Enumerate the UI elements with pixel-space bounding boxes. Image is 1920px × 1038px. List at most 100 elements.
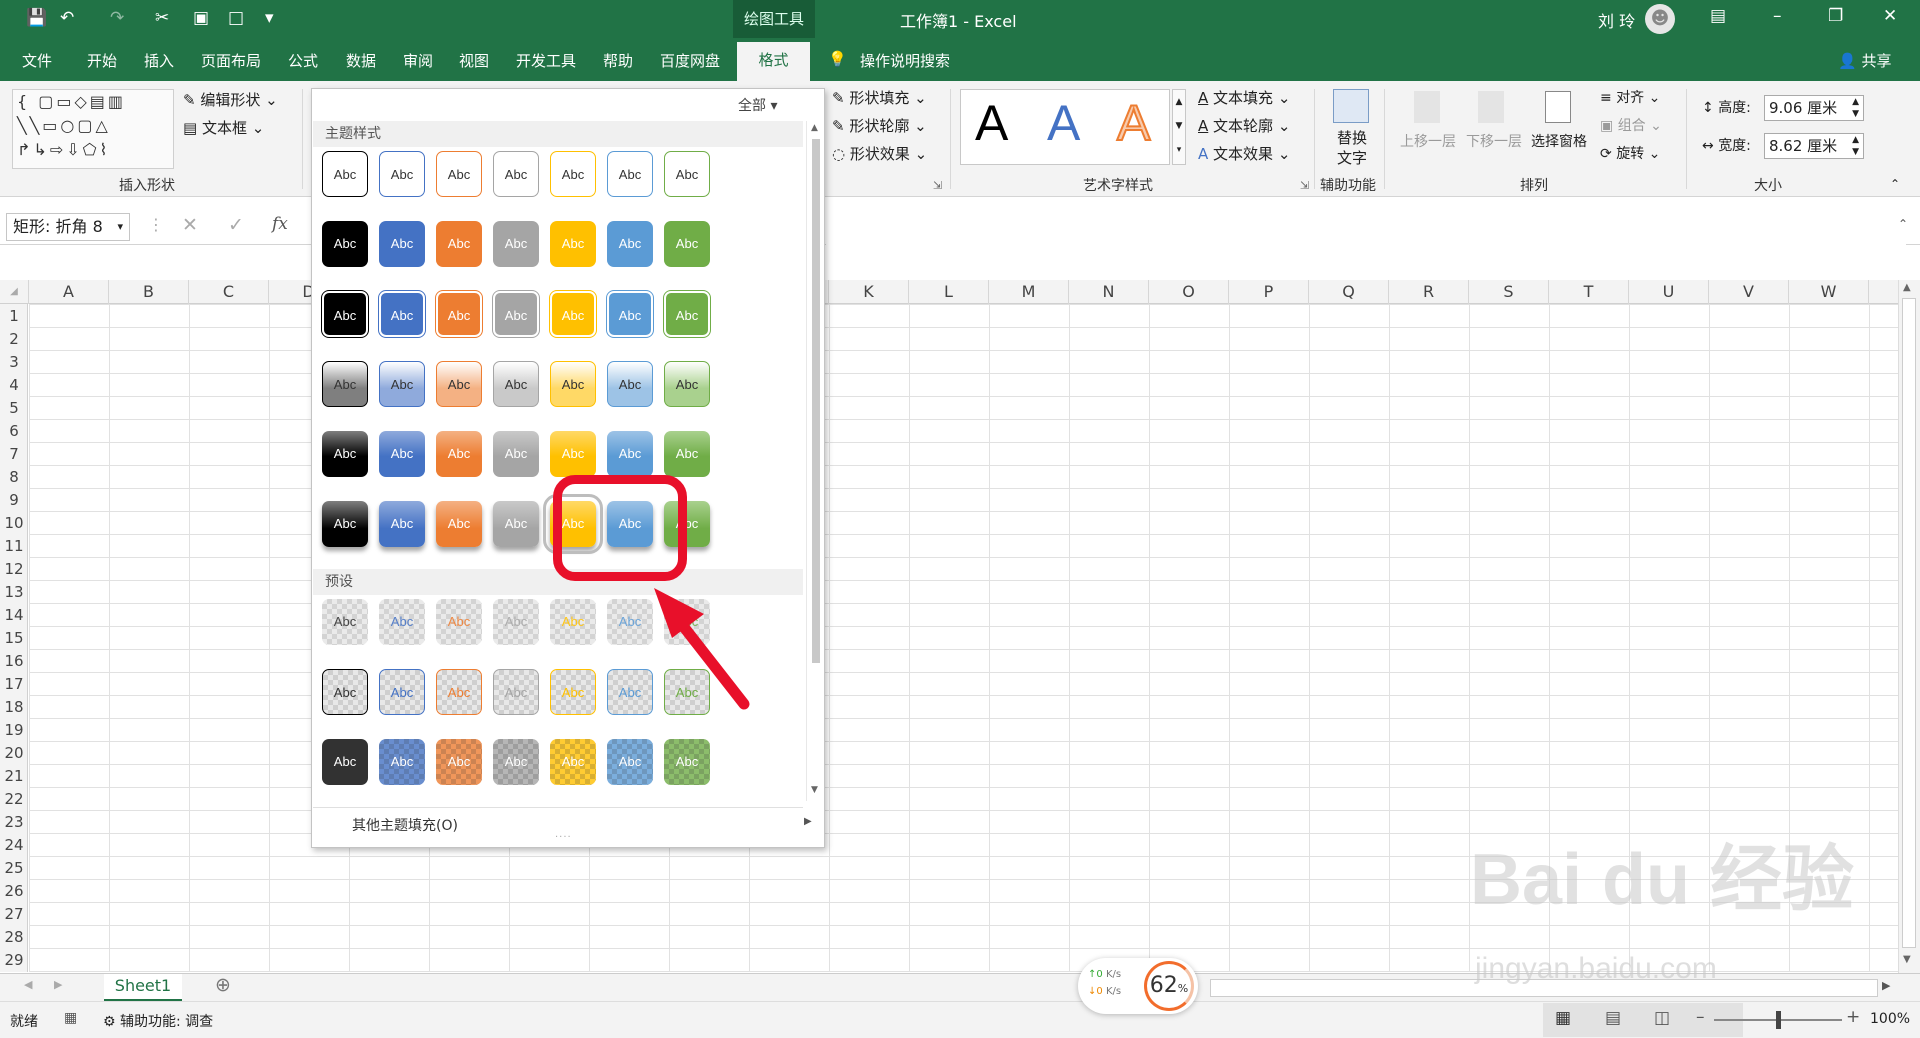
row-header[interactable]: 10 <box>0 512 28 535</box>
tab-home[interactable]: 开始 <box>87 50 117 71</box>
width-input[interactable]: 8.62 厘米 ▲ ▼ <box>1764 133 1864 159</box>
column-header[interactable]: K <box>829 280 909 304</box>
theme-style-tile[interactable]: Abc <box>493 431 539 477</box>
theme-style-tile[interactable]: Abc <box>550 151 596 197</box>
shape-effects-button[interactable]: ◌ 形状效果 ⌄ <box>832 143 927 164</box>
shape-outline-button[interactable]: ✎ 形状轮廓 ⌄ <box>832 115 927 136</box>
row-header[interactable]: 28 <box>0 926 28 949</box>
row-header[interactable]: 21 <box>0 765 28 788</box>
preset-style-tile[interactable]: Abc <box>322 599 368 645</box>
text-effects-button[interactable]: A 文本效果 ⌄ <box>1198 143 1290 164</box>
row-header[interactable]: 2 <box>0 328 28 351</box>
alt-text-label-1[interactable]: 替换 <box>1337 127 1367 148</box>
save-icon[interactable]: 💾 <box>26 8 47 28</box>
new-document-icon[interactable]: □ <box>228 8 244 28</box>
column-header[interactable]: R <box>1389 280 1469 304</box>
vertical-scrollbar[interactable]: ▲ ▼ <box>1898 280 1920 973</box>
rotate-button[interactable]: ⟳ 旋转 ⌄ <box>1600 143 1660 163</box>
row-header[interactable]: 9 <box>0 489 28 512</box>
scroll-down-icon[interactable]: ▼ <box>1903 954 1911 965</box>
text-box-button[interactable]: ▤ 文本框 ⌄ <box>183 117 264 138</box>
redo-icon[interactable]: ↷ <box>110 8 124 28</box>
preset-style-tile[interactable]: Abc <box>493 739 539 785</box>
preset-style-tile[interactable]: Abc <box>322 739 368 785</box>
ribbon-display-options-icon[interactable]: ▤ <box>1710 6 1726 26</box>
avatar[interactable]: ☻ <box>1645 4 1675 34</box>
column-header[interactable]: T <box>1549 280 1629 304</box>
bring-forward-button[interactable]: 上移一层 <box>1400 131 1456 151</box>
column-header[interactable]: V <box>1709 280 1789 304</box>
theme-style-tile[interactable]: Abc <box>436 291 482 337</box>
tell-me-search[interactable]: 操作说明搜索 <box>860 50 950 71</box>
send-backward-button[interactable]: 下移一层 <box>1466 131 1522 151</box>
theme-style-tile[interactable]: Abc <box>664 221 710 267</box>
row-header[interactable]: 6 <box>0 420 28 443</box>
row-header[interactable]: 5 <box>0 397 28 420</box>
text-outline-button[interactable]: A 文本轮廓 ⌄ <box>1198 115 1290 136</box>
width-spinner-icon[interactable]: ▲ ▼ <box>1852 134 1859 158</box>
preset-style-tile[interactable]: Abc <box>322 669 368 715</box>
accessibility-check-button[interactable]: ⚙ 辅助功能: 调查 <box>103 1011 213 1031</box>
sheet-tab-sheet1[interactable]: Sheet1 <box>104 974 182 1002</box>
theme-style-tile[interactable]: Abc <box>379 151 425 197</box>
cancel-icon[interactable]: ✕ <box>182 214 198 236</box>
tab-data[interactable]: 数据 <box>346 50 376 71</box>
preset-style-tile[interactable]: Abc <box>436 739 482 785</box>
wordart-orange-outline[interactable]: A <box>1116 94 1151 152</box>
row-header[interactable]: 12 <box>0 558 28 581</box>
wordart-launcher-icon[interactable]: ⇲ <box>1300 179 1309 192</box>
row-header[interactable]: 19 <box>0 719 28 742</box>
theme-style-tile[interactable]: Abc <box>436 221 482 267</box>
style-filter-dropdown[interactable]: 全部 ▾ <box>738 95 777 115</box>
theme-style-tile[interactable]: Abc <box>379 221 425 267</box>
column-header[interactable]: C <box>189 280 269 304</box>
row-header[interactable]: 4 <box>0 374 28 397</box>
resize-handle-icon[interactable]: ···· <box>555 832 572 843</box>
wordart-styles-gallery[interactable]: A A A <box>960 89 1170 165</box>
theme-style-tile[interactable]: Abc <box>550 431 596 477</box>
zoom-slider-thumb[interactable] <box>1776 1011 1781 1029</box>
row-header[interactable]: 16 <box>0 650 28 673</box>
share-button[interactable]: 👤 共享 <box>1838 50 1891 71</box>
theme-style-tile[interactable]: Abc <box>607 431 653 477</box>
column-header[interactable]: N <box>1069 280 1149 304</box>
preset-style-tile[interactable]: Abc <box>493 669 539 715</box>
scroll-right-icon[interactable]: ▶ <box>1882 979 1890 992</box>
insert-function-icon[interactable]: fx <box>272 214 288 234</box>
wordart-blue[interactable]: A <box>1047 94 1080 152</box>
row-header[interactable]: 20 <box>0 742 28 765</box>
cut-icon[interactable]: ✂ <box>155 8 169 28</box>
row-header[interactable]: 3 <box>0 351 28 374</box>
column-header[interactable]: U <box>1629 280 1709 304</box>
theme-style-tile[interactable]: Abc <box>550 291 596 337</box>
collapse-ribbon-icon[interactable]: ⌃ <box>1890 177 1900 191</box>
row-header[interactable]: 18 <box>0 696 28 719</box>
gallery-scroll-up-icon[interactable]: ▲ <box>811 123 818 133</box>
row-header[interactable]: 24 <box>0 834 28 857</box>
row-header[interactable]: 1 <box>0 305 28 328</box>
wordart-black[interactable]: A <box>975 94 1008 152</box>
restore-icon[interactable]: ❐ <box>1828 6 1843 26</box>
wordart-gallery-scroll[interactable]: ▲ ▼ ▾ <box>1172 89 1186 165</box>
macro-record-icon[interactable]: ▦ <box>64 1010 77 1026</box>
preset-style-tile[interactable]: Abc <box>379 669 425 715</box>
preset-style-tile[interactable]: Abc <box>379 739 425 785</box>
theme-style-tile[interactable]: Abc <box>379 361 425 407</box>
row-header[interactable]: 8 <box>0 466 28 489</box>
text-fill-button[interactable]: A 文本填充 ⌄ <box>1198 87 1290 108</box>
theme-style-tile[interactable]: Abc <box>664 151 710 197</box>
enter-icon[interactable]: ✓ <box>228 214 244 236</box>
select-all-corner[interactable]: ◢ <box>0 280 29 304</box>
more-theme-fills-item[interactable]: 其他主题填充(O) <box>352 815 458 835</box>
theme-style-tile[interactable]: Abc <box>664 291 710 337</box>
theme-style-tile[interactable]: Abc <box>550 221 596 267</box>
row-header[interactable]: 23 <box>0 811 28 834</box>
theme-style-tile[interactable]: Abc <box>664 431 710 477</box>
scroll-up-icon[interactable]: ▲ <box>1903 282 1911 293</box>
tab-view[interactable]: 视图 <box>459 50 489 71</box>
theme-style-tile[interactable]: Abc <box>493 501 539 547</box>
prev-sheet-icon[interactable]: ◀ <box>24 978 32 991</box>
selection-pane-button[interactable]: 选择窗格 <box>1531 131 1587 151</box>
row-header[interactable]: 26 <box>0 880 28 903</box>
theme-style-tile[interactable]: Abc <box>322 221 368 267</box>
